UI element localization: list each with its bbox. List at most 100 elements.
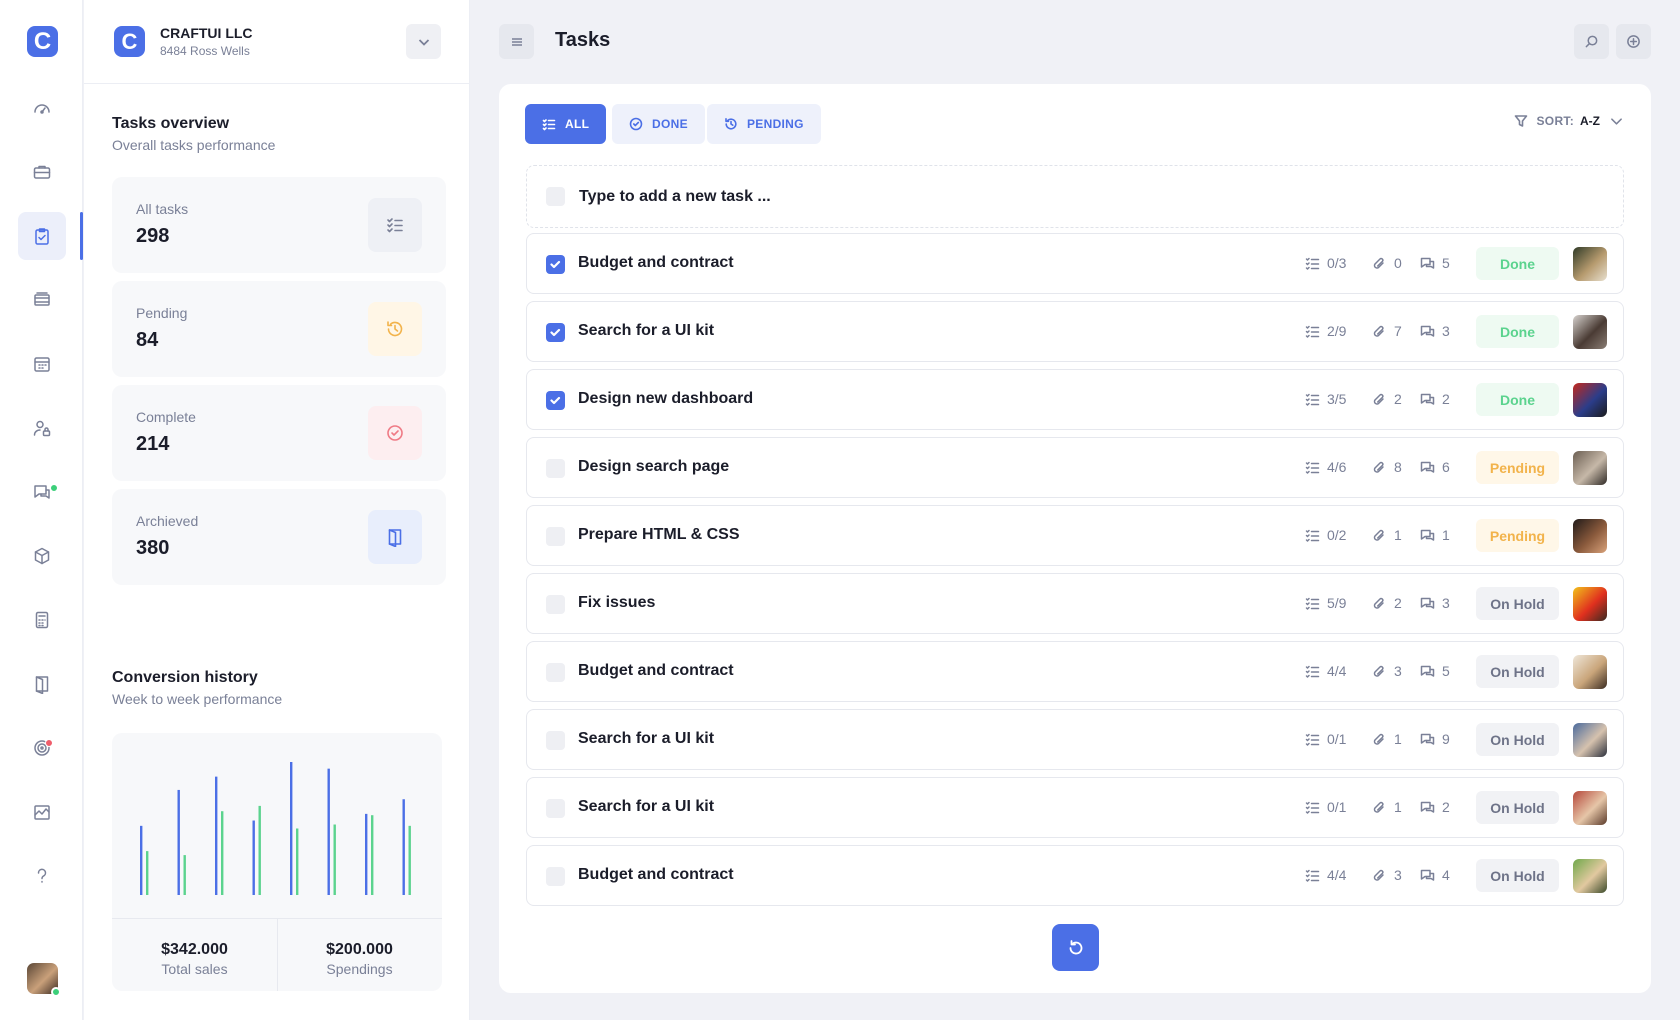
task-checkbox[interactable] — [546, 799, 565, 818]
list-check-icon — [1305, 461, 1320, 474]
assignee-avatar[interactable] — [1573, 791, 1607, 825]
comments-count: 2 — [1420, 391, 1450, 407]
comments-count: 5 — [1420, 663, 1450, 679]
assignee-avatar[interactable] — [1573, 519, 1607, 553]
projects-nav-item[interactable] — [18, 148, 66, 196]
assignee-avatar[interactable] — [1573, 247, 1607, 281]
new-task-input[interactable] — [579, 184, 1179, 210]
task-row[interactable]: Design search page 4/6 8 6 Pending — [526, 437, 1624, 498]
page-title: Tasks — [555, 29, 611, 51]
assignee-avatar[interactable] — [1573, 655, 1607, 689]
new-task-checkbox[interactable] — [546, 187, 565, 206]
task-checkbox[interactable] — [546, 255, 565, 274]
sort-control[interactable]: SORT: A-Z — [1514, 114, 1624, 128]
attachments-count: 7 — [1372, 323, 1402, 339]
stat-icon-box — [368, 302, 422, 356]
task-row[interactable]: Search for a UI kit 2/9 7 3 Done — [526, 301, 1624, 362]
check-icon — [550, 260, 561, 269]
company-switch-button[interactable] — [406, 24, 441, 59]
users-nav-item[interactable] — [18, 404, 66, 452]
app-logo[interactable]: C — [27, 26, 58, 57]
refresh-button[interactable] — [1052, 924, 1099, 971]
assignee-avatar[interactable] — [1573, 383, 1607, 417]
conversion-chart-plot — [140, 762, 411, 895]
goals-nav-item[interactable] — [18, 724, 66, 772]
subtasks-count: 3/5 — [1305, 391, 1346, 407]
online-indicator — [51, 987, 61, 997]
task-checkbox[interactable] — [546, 867, 565, 886]
paperclip-icon — [1373, 597, 1384, 609]
task-row[interactable]: Search for a UI kit 0/1 1 9 On Hold — [526, 709, 1624, 770]
tasks-nav-item[interactable] — [18, 212, 66, 260]
task-row[interactable]: Budget and contract 4/4 3 5 On Hold — [526, 641, 1624, 702]
task-checkbox[interactable] — [546, 595, 565, 614]
assignee-avatar[interactable] — [1573, 723, 1607, 757]
chevron-down-icon — [418, 38, 429, 46]
layers-nav-item[interactable] — [18, 276, 66, 324]
comments-icon — [1420, 325, 1435, 337]
attachments-count: 2 — [1372, 595, 1402, 611]
calendar-nav-item[interactable] — [18, 340, 66, 388]
dashboard-nav-item[interactable] — [18, 84, 66, 132]
attachments-count: 1 — [1372, 799, 1402, 815]
comments-count: 5 — [1420, 255, 1450, 271]
sort-label: SORT: — [1536, 114, 1574, 128]
chart-bar — [408, 825, 411, 895]
messages-nav-item[interactable] — [18, 468, 66, 516]
subtasks-count: 4/4 — [1305, 663, 1346, 679]
comments-count: 3 — [1420, 595, 1450, 611]
stat-value: 84 — [136, 329, 159, 351]
chat-icon — [34, 485, 50, 499]
list-icon — [542, 119, 556, 131]
assignee-avatar[interactable] — [1573, 315, 1607, 349]
products-nav-item[interactable] — [18, 532, 66, 580]
user-avatar[interactable] — [27, 963, 61, 997]
list-check-icon — [1305, 325, 1320, 338]
filter-funnel-icon — [1514, 115, 1527, 127]
task-row[interactable]: Search for a UI kit 0/1 1 2 On Hold — [526, 777, 1624, 838]
overview-subtitle: Overall tasks performance — [112, 137, 276, 153]
assignee-avatar[interactable] — [1573, 451, 1607, 485]
stat-card-all-tasks[interactable]: All tasks 298 — [112, 177, 446, 273]
filter-all-tab[interactable]: ALL — [525, 104, 607, 144]
status-badge: On Hold — [1476, 723, 1559, 756]
archive-nav-item[interactable] — [18, 660, 66, 708]
chart-bar — [258, 805, 261, 895]
task-checkbox[interactable] — [546, 527, 565, 546]
help-nav-item[interactable] — [18, 852, 66, 900]
stat-card-complete[interactable]: Complete 214 — [112, 385, 446, 481]
search-button[interactable] — [1574, 24, 1609, 59]
task-checkbox[interactable] — [546, 459, 565, 478]
menu-toggle-button[interactable] — [499, 24, 534, 59]
chart-bar — [221, 811, 224, 895]
subtasks-count: 4/6 — [1305, 459, 1346, 475]
filter-pending-tab[interactable]: PENDING — [707, 104, 821, 144]
calculator-nav-item[interactable] — [18, 596, 66, 644]
task-checkbox[interactable] — [546, 731, 565, 750]
stat-card-archived[interactable]: Archieved 380 — [112, 489, 446, 585]
filter-done-tab[interactable]: DONE — [612, 104, 705, 144]
check-circle-icon — [387, 425, 403, 441]
assignee-avatar[interactable] — [1573, 859, 1607, 893]
task-checkbox[interactable] — [546, 323, 565, 342]
task-checkbox[interactable] — [546, 663, 565, 682]
paperclip-icon — [1373, 529, 1384, 541]
stat-value: 214 — [136, 433, 170, 455]
list-check-icon — [1305, 869, 1320, 882]
task-row[interactable]: Prepare HTML & CSS 0/2 1 1 Pending — [526, 505, 1624, 566]
assignee-avatar[interactable] — [1573, 587, 1607, 621]
task-row[interactable]: Budget and contract 0/3 0 5 Done — [526, 233, 1624, 294]
history-icon — [387, 321, 403, 337]
add-button[interactable] — [1616, 24, 1651, 59]
spendings-value: $200.000 — [326, 941, 393, 958]
stat-card-pending[interactable]: Pending 84 — [112, 281, 446, 377]
attachments-count: 1 — [1372, 731, 1402, 747]
comments-count: 2 — [1420, 799, 1450, 815]
task-row[interactable]: Fix issues 5/9 2 3 On Hold — [526, 573, 1624, 634]
reports-nav-item[interactable] — [18, 788, 66, 836]
task-row[interactable]: Budget and contract 4/4 3 4 On Hold — [526, 845, 1624, 906]
task-checkbox[interactable] — [546, 391, 565, 410]
filter-pending-label: PENDING — [747, 117, 804, 131]
task-row[interactable]: Design new dashboard 3/5 2 2 Done — [526, 369, 1624, 430]
attachments-count: 3 — [1372, 867, 1402, 883]
